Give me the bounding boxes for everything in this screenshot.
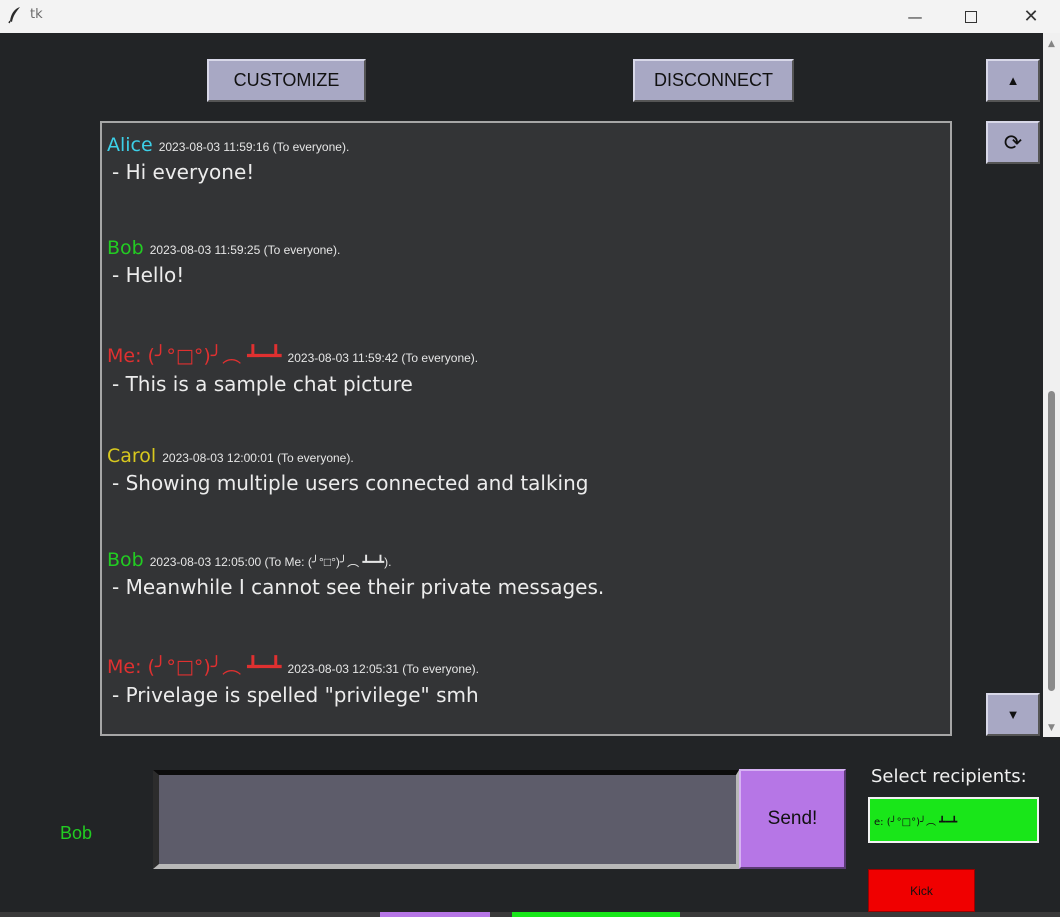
message-text: - Meanwhile I cannot see their private m… xyxy=(112,575,605,599)
recipient-list-item[interactable]: e: (╯°□°)╯︵ ┻━┻ xyxy=(868,797,1039,843)
message-timestamp: 2023-08-03 12:00:01 (To everyone). xyxy=(162,451,354,465)
message-input[interactable] xyxy=(153,770,739,869)
message-timestamp: 2023-08-03 12:05:31 (To everyone). xyxy=(287,662,480,676)
chat-message: Me: (╯°□°)╯︵ ┻━┻ 2023-08-03 12:05:31 (To… xyxy=(107,652,479,707)
message-sender: Carol xyxy=(107,445,157,467)
customize-button[interactable]: CUSTOMIZE xyxy=(207,59,366,102)
tk-feather-icon xyxy=(8,7,20,24)
scroll-up-button[interactable]: ▲ xyxy=(986,59,1040,102)
message-sender: Me: (╯°□°)╯︵ ┻━┻ xyxy=(107,345,282,367)
maximize-button[interactable] xyxy=(948,0,994,33)
message-sender: Alice xyxy=(107,134,153,156)
disconnect-button[interactable]: DISCONNECT xyxy=(633,59,794,102)
chat-message: Bob 2023-08-03 11:59:25 (To everyone). -… xyxy=(107,237,340,287)
scroll-down-button[interactable]: ▼ xyxy=(986,693,1040,736)
window-title: tk xyxy=(30,7,43,22)
taskbar-app-indicator[interactable] xyxy=(380,912,490,917)
chat-log[interactable]: Alice 2023-08-03 11:59:16 (To everyone).… xyxy=(100,121,952,736)
message-sender: Me: (╯°□°)╯︵ ┻━┻ xyxy=(107,656,282,678)
message-sender: Bob xyxy=(107,549,144,571)
message-text: - Hi everyone! xyxy=(112,160,255,184)
scroll-up-icon: ▲ xyxy=(1006,73,1020,88)
taskbar-app-indicator[interactable] xyxy=(512,912,680,917)
message-timestamp: 2023-08-03 12:05:00 (To Me: (╯°□°)╯︵ ┻━┻… xyxy=(149,555,392,569)
scrollbar-thumb[interactable] xyxy=(1048,391,1055,691)
window-titlebar: tk — ✕ xyxy=(0,0,1060,33)
scroll-down-icon: ▼ xyxy=(1006,707,1020,722)
recipients-label: Select recipients: xyxy=(871,766,1027,787)
refresh-icon: ⟳ xyxy=(1003,129,1023,155)
chat-message: Alice 2023-08-03 11:59:16 (To everyone).… xyxy=(107,134,349,184)
message-text: - Hello! xyxy=(112,263,185,287)
scrollbar-down-arrow-icon[interactable]: ▼ xyxy=(1043,719,1060,736)
message-timestamp: 2023-08-03 11:59:16 (To everyone). xyxy=(158,140,350,154)
kick-button[interactable]: Kick xyxy=(868,869,975,912)
minimize-button[interactable]: — xyxy=(892,0,938,33)
send-button[interactable]: Send! xyxy=(739,769,846,869)
message-text: - Showing multiple users connected and t… xyxy=(112,471,589,495)
message-timestamp: 2023-08-03 11:59:25 (To everyone). xyxy=(149,243,341,257)
refresh-button[interactable]: ⟳ xyxy=(986,121,1040,164)
chat-message: Bob 2023-08-03 12:05:00 (To Me: (╯°□°)╯︵… xyxy=(107,549,604,599)
window-scrollbar[interactable]: ▲ ▼ xyxy=(1043,33,1060,737)
close-button[interactable]: ✕ xyxy=(1008,0,1054,33)
message-timestamp: 2023-08-03 11:59:42 (To everyone). xyxy=(287,351,479,365)
scrollbar-up-arrow-icon[interactable]: ▲ xyxy=(1043,35,1060,52)
close-icon: ✕ xyxy=(1023,6,1039,27)
chat-message: Carol 2023-08-03 12:00:01 (To everyone).… xyxy=(107,445,588,495)
maximize-icon xyxy=(965,10,977,23)
message-sender: Bob xyxy=(107,237,144,259)
chat-message: Me: (╯°□°)╯︵ ┻━┻ 2023-08-03 11:59:42 (To… xyxy=(107,341,478,396)
current-username: Bob xyxy=(60,823,93,843)
minimize-icon: — xyxy=(907,7,923,26)
message-text: - This is a sample chat picture xyxy=(112,372,413,396)
scrollbar-gutter xyxy=(1043,737,1060,917)
message-text: - Privelage is spelled "privilege" smh xyxy=(112,683,479,707)
